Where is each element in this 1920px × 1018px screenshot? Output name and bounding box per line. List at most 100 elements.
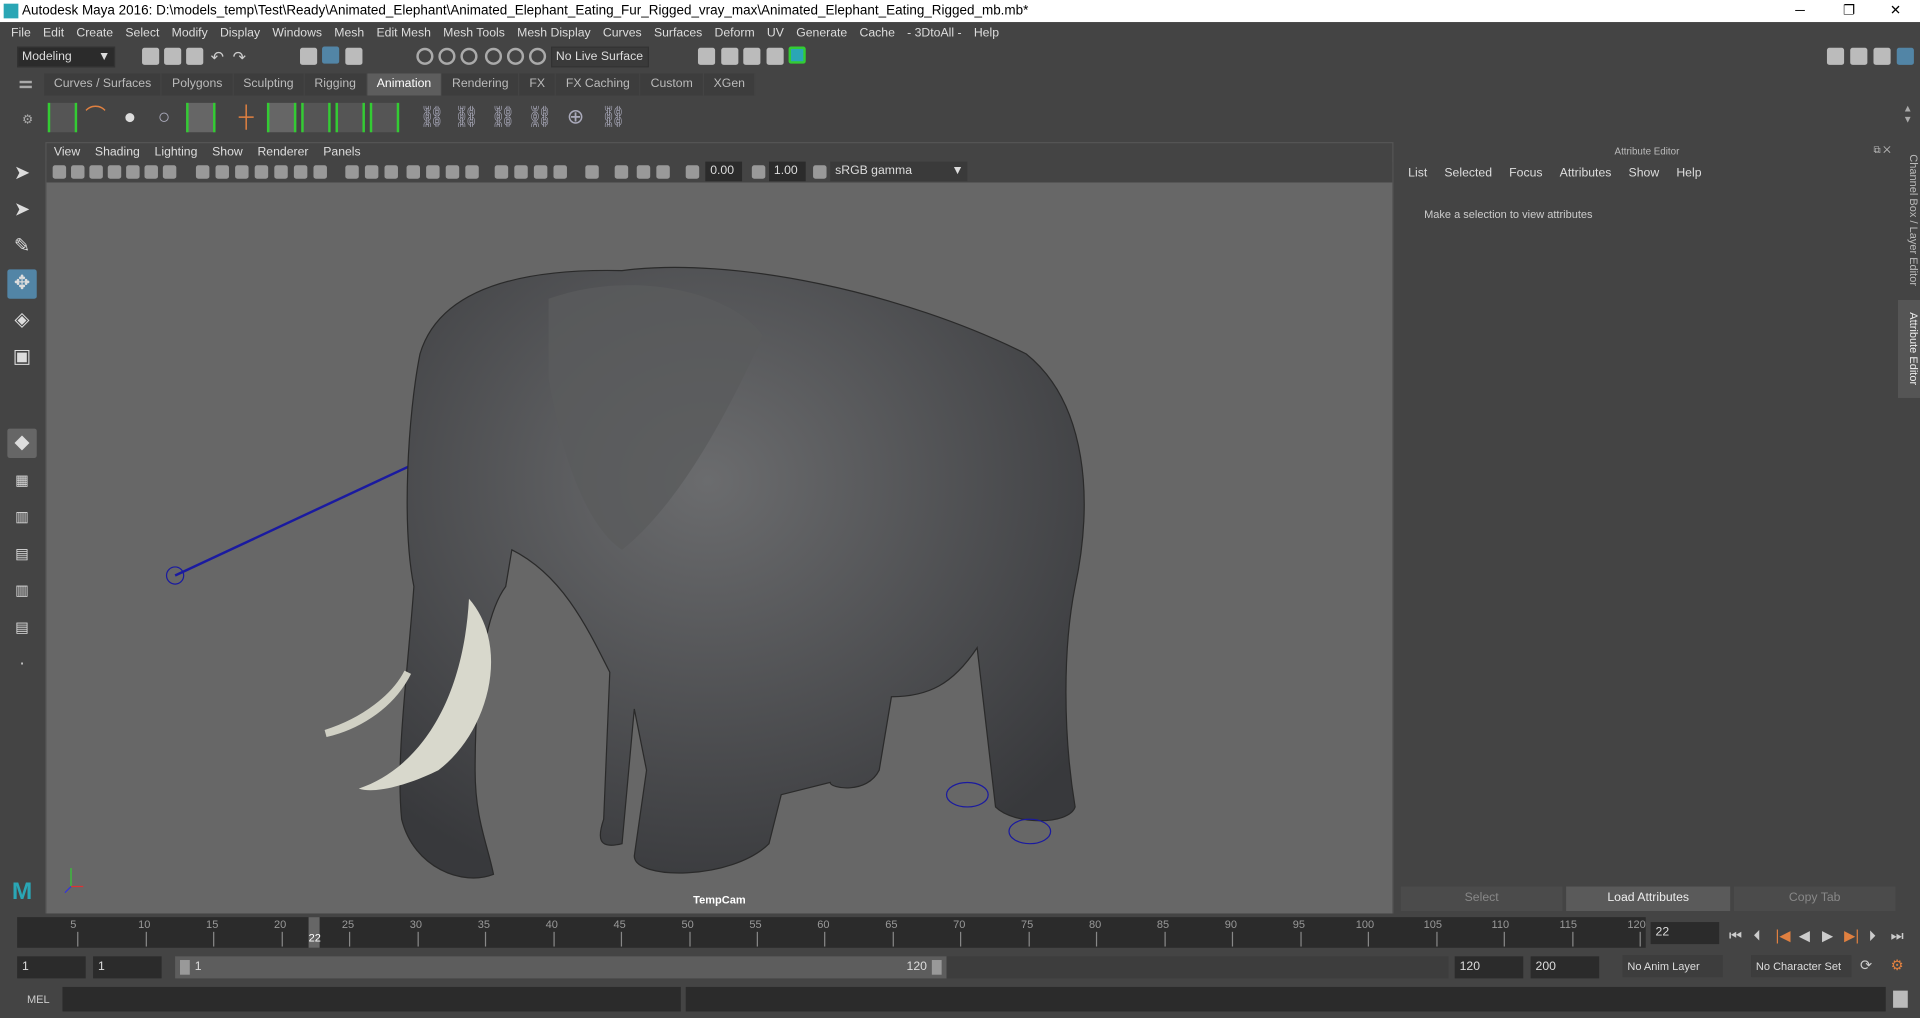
panel-tool-icon[interactable] bbox=[195, 165, 210, 179]
float-close-icons[interactable]: ⧉ ✕ bbox=[1873, 144, 1890, 156]
load-attributes-button[interactable]: Load Attributes bbox=[1566, 886, 1731, 912]
channel-box-toggle-icon[interactable] bbox=[1896, 47, 1914, 65]
panel-tool-icon[interactable] bbox=[254, 165, 269, 179]
snap-curve-icon[interactable] bbox=[438, 47, 456, 65]
shelf-menu-icon[interactable] bbox=[19, 80, 32, 89]
unghost-icon[interactable]: ○ bbox=[152, 105, 176, 129]
playback-end-field[interactable]: 120 bbox=[1454, 956, 1524, 979]
key-scale-icon[interactable] bbox=[335, 102, 365, 133]
attribute-editor-toggle-icon[interactable] bbox=[1873, 47, 1891, 65]
menu--3dtoall-[interactable]: - 3DtoAll - bbox=[907, 26, 961, 39]
anim-prefs-icon[interactable]: ⚙ bbox=[1891, 956, 1904, 973]
menu-cache[interactable]: Cache bbox=[860, 26, 895, 39]
panel-tool-icon[interactable] bbox=[313, 165, 327, 179]
play-backward-icon[interactable]: ◀ bbox=[1799, 927, 1810, 944]
select-tool-icon[interactable]: ➤ bbox=[7, 159, 36, 188]
select-hierarchy-icon[interactable] bbox=[300, 47, 318, 65]
color-space-select[interactable]: sRGB gamma ▼ bbox=[830, 161, 968, 182]
open-scene-icon[interactable] bbox=[164, 47, 182, 65]
lasso-tool-icon[interactable]: ➤ bbox=[7, 196, 36, 225]
tab-fx-caching[interactable]: FX Caching bbox=[556, 73, 641, 96]
panel-tool-icon[interactable] bbox=[384, 165, 398, 179]
panel-menu-shading[interactable]: Shading bbox=[95, 143, 140, 161]
close-button[interactable]: ✕ bbox=[1871, 0, 1920, 22]
playback-start-field[interactable]: 1 bbox=[93, 956, 162, 979]
attr-menu-selected[interactable]: Selected bbox=[1444, 167, 1492, 180]
key-rotate-icon[interactable] bbox=[301, 102, 331, 133]
playblast-icon[interactable] bbox=[47, 102, 78, 133]
command-input[interactable] bbox=[62, 986, 681, 1012]
panel-menu-show[interactable]: Show bbox=[212, 143, 243, 161]
panel-tool-icon[interactable] bbox=[656, 165, 670, 179]
panel-menu-lighting[interactable]: Lighting bbox=[155, 143, 198, 161]
panel-tool-icon[interactable] bbox=[533, 165, 548, 179]
viewport-3d[interactable]: TempCam bbox=[46, 182, 1393, 914]
panel-tool-icon[interactable] bbox=[215, 165, 229, 179]
menu-help[interactable]: Help bbox=[974, 26, 999, 39]
attr-menu-help[interactable]: Help bbox=[1676, 167, 1701, 180]
tab-attribute-editor[interactable]: Attribute Editor bbox=[1897, 300, 1920, 398]
copy-tab-button[interactable]: Copy Tab bbox=[1733, 886, 1896, 912]
panel-tool-icon[interactable] bbox=[126, 165, 140, 179]
save-scene-icon[interactable] bbox=[186, 47, 204, 65]
attr-menu-list[interactable]: List bbox=[1408, 167, 1427, 180]
panel-tool-icon[interactable] bbox=[364, 165, 379, 179]
side-by-side-icon[interactable]: ▥ bbox=[7, 502, 36, 531]
aim-constraint-icon[interactable]: ⊕ bbox=[563, 105, 587, 129]
snap-view-icon[interactable] bbox=[484, 47, 503, 65]
go-to-start-icon[interactable]: ⏮ bbox=[1729, 927, 1742, 945]
panel-tool-icon[interactable] bbox=[162, 165, 177, 179]
range-start-handle[interactable] bbox=[180, 960, 190, 975]
panel-tool-icon[interactable] bbox=[553, 165, 567, 179]
four-view-icon[interactable]: ▦ bbox=[7, 465, 36, 494]
tab-animation[interactable]: Animation bbox=[366, 73, 443, 96]
live-surface-field[interactable]: No Live Surface bbox=[551, 46, 649, 68]
go-to-end-icon[interactable]: ⏭ bbox=[1891, 927, 1904, 945]
panel-tool-icon[interactable] bbox=[71, 165, 85, 179]
panel-tool-icon[interactable] bbox=[585, 165, 599, 179]
panel-tool-icon[interactable] bbox=[636, 165, 651, 179]
menu-uv[interactable]: UV bbox=[767, 26, 784, 39]
panel-tool-icon[interactable] bbox=[107, 165, 122, 179]
panel-tool-icon[interactable] bbox=[494, 165, 509, 179]
render-settings-icon[interactable] bbox=[697, 47, 716, 65]
menu-select[interactable]: Select bbox=[125, 26, 159, 39]
shelf-gear-icon[interactable]: ⚙ bbox=[22, 114, 33, 127]
panel-tool-icon[interactable] bbox=[406, 165, 421, 179]
gamma-field[interactable]: 1.00 bbox=[768, 161, 806, 182]
snap-surface-icon[interactable] bbox=[506, 47, 525, 65]
panel-menu-view[interactable]: View bbox=[54, 143, 80, 161]
panel-tool-icon[interactable] bbox=[235, 165, 249, 179]
modeling-toolkit-icon[interactable] bbox=[1850, 47, 1868, 65]
attr-menu-attributes[interactable]: Attributes bbox=[1560, 167, 1612, 180]
range-end-handle[interactable] bbox=[931, 960, 942, 975]
menu-curves[interactable]: Curves bbox=[603, 26, 642, 39]
menu-mesh[interactable]: Mesh bbox=[334, 26, 364, 39]
menu-surfaces[interactable]: Surfaces bbox=[654, 26, 702, 39]
step-forward-key-icon[interactable]: ▶| bbox=[1844, 927, 1859, 944]
menu-display[interactable]: Display bbox=[220, 26, 260, 39]
render-frame-icon[interactable] bbox=[721, 47, 739, 65]
select-button[interactable]: Select bbox=[1400, 886, 1563, 912]
foot-control[interactable] bbox=[1008, 818, 1052, 845]
range-slider[interactable]: 1 120 bbox=[175, 956, 947, 979]
panel-tool-icon[interactable] bbox=[813, 165, 827, 179]
motion-trail-icon[interactable]: ⌒ bbox=[83, 105, 107, 129]
undo-icon[interactable]: ↶ bbox=[211, 48, 228, 66]
hypershade-icon[interactable] bbox=[788, 46, 806, 64]
panel-tool-icon[interactable] bbox=[89, 165, 103, 179]
menu-edit[interactable]: Edit bbox=[43, 26, 64, 39]
character-set-select[interactable]: No Character Set bbox=[1751, 955, 1852, 978]
panel-tool-icon[interactable] bbox=[144, 165, 158, 179]
tab-fx[interactable]: FX bbox=[519, 73, 557, 96]
shelf-scroll-icon[interactable]: ▲ ▼ bbox=[1903, 103, 1913, 125]
tab-curves-surfaces[interactable]: Curves / Surfaces bbox=[44, 73, 163, 96]
menu-edit-mesh[interactable]: Edit Mesh bbox=[376, 26, 430, 39]
menu-mesh-display[interactable]: Mesh Display bbox=[517, 26, 591, 39]
new-scene-icon[interactable] bbox=[142, 47, 160, 65]
step-forward-icon[interactable]: ⏵ bbox=[1869, 927, 1876, 945]
snap-grid-icon[interactable] bbox=[416, 47, 434, 65]
panel-tool-icon[interactable] bbox=[293, 165, 308, 179]
ghost-icon[interactable]: ● bbox=[118, 105, 142, 129]
foot-control[interactable] bbox=[945, 781, 989, 808]
